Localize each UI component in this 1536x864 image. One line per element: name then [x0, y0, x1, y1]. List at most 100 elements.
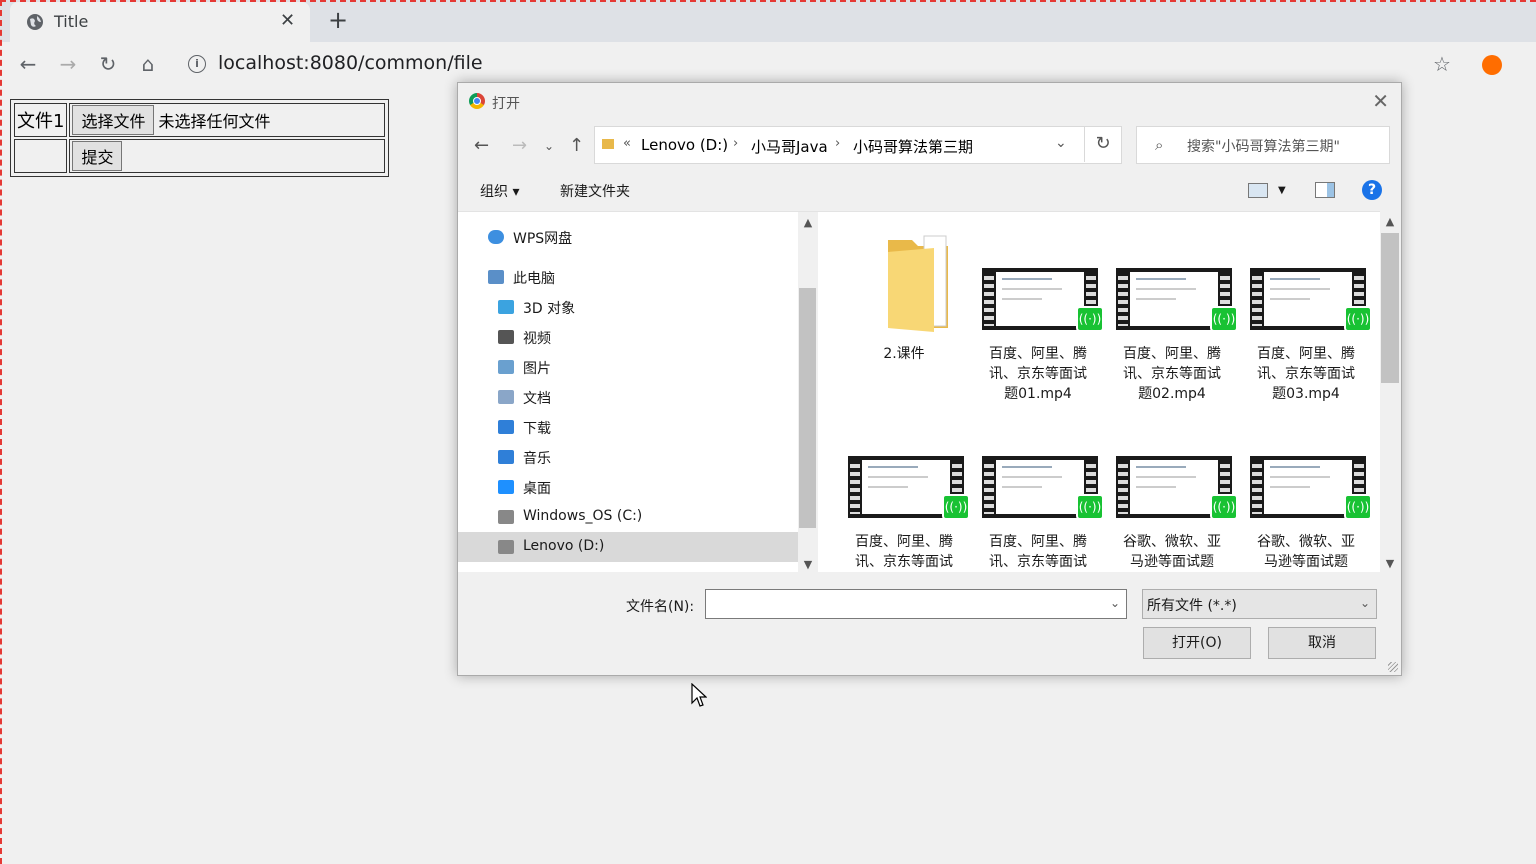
nav-item[interactable]: 桌面 [458, 472, 798, 502]
filetype-value: 所有文件 (*.*) [1147, 598, 1237, 614]
tab-strip: Title ✕ + [0, 0, 1536, 42]
browser-tab[interactable]: Title ✕ [10, 2, 310, 42]
file-name-line: 讯、京东等面试 [1123, 366, 1221, 382]
breadcrumb-item[interactable]: 小码哥算法第三期 [853, 136, 973, 157]
recent-locations-icon[interactable]: ⌄ [544, 139, 554, 153]
nav-item[interactable]: 视频 [458, 322, 798, 352]
forward-icon[interactable]: → [512, 135, 527, 156]
nav-item-label: Windows_OS (C:) [523, 508, 643, 524]
address-bar[interactable]: localhost:8080/common/file [218, 52, 483, 74]
file-name-line: 马逊等面试题 [1130, 554, 1214, 570]
close-tab-icon[interactable]: ✕ [280, 10, 295, 31]
nav-item[interactable]: 3D 对象 [458, 292, 798, 322]
cube-icon [498, 300, 514, 314]
video-file-item[interactable]: ((·)) 谷歌、微软、亚 马逊等面试题 [1244, 400, 1372, 580]
new-folder-button[interactable]: 新建文件夹 [560, 181, 630, 201]
file-scrollbar-thumb[interactable] [1381, 233, 1399, 383]
scroll-down-icon[interactable]: ▼ [799, 558, 817, 571]
view-options-icon[interactable] [1248, 183, 1268, 198]
file-name-line: 百度、阿里、腾 [855, 534, 953, 550]
nav-item-label: 视频 [523, 331, 551, 347]
nav-scrollbar-thumb[interactable] [799, 288, 816, 528]
video-file-item[interactable]: ((·)) 百度、阿里、腾 讯、京东等面试 题03.mp4 [1244, 212, 1372, 402]
search-icon: ⌕ [1155, 136, 1164, 154]
extension-icon[interactable] [1482, 55, 1502, 75]
nav-item[interactable]: Windows_OS (C:) [458, 502, 798, 532]
scroll-down-icon[interactable]: ▼ [1381, 557, 1399, 570]
forward-icon[interactable]: → [56, 52, 80, 76]
cancel-button[interactable]: 取消 [1268, 627, 1376, 659]
nav-item[interactable]: 此电脑 [458, 262, 798, 292]
video-thumbnail: ((·)) [1250, 456, 1372, 520]
video-file-item[interactable]: ((·)) 百度、阿里、腾 讯、京东等面试 题02.mp4 [1110, 212, 1238, 402]
folder-item[interactable]: 2.课件 [842, 212, 966, 392]
file-name-line: 百度、阿里、腾 [1123, 346, 1221, 362]
nav-item[interactable]: WPS网盘 [458, 222, 798, 252]
refresh-icon[interactable]: ↻ [1084, 126, 1121, 162]
up-folder-icon[interactable]: ↑ [569, 135, 584, 156]
submit-button[interactable]: 提交 [72, 141, 123, 171]
video-badge-icon: ((·)) [1344, 494, 1372, 520]
close-dialog-icon[interactable]: ✕ [1372, 89, 1389, 113]
breadcrumb-overflow[interactable]: « [623, 136, 631, 151]
chevron-right-icon: › [733, 136, 739, 151]
nav-item[interactable]: 音乐 [458, 442, 798, 472]
file-name: 2.课件 [883, 346, 925, 362]
open-button[interactable]: 打开(O) [1143, 627, 1251, 659]
back-icon[interactable]: ← [16, 52, 40, 76]
browser-toolbar: ← → ↻ ⌂ i localhost:8080/common/file ☆ [0, 42, 1536, 86]
folder-icon [888, 235, 948, 332]
resize-grip[interactable] [1388, 662, 1398, 672]
chevron-down-icon[interactable]: ⌄ [1110, 596, 1120, 610]
file-label: 文件1 [14, 103, 68, 137]
organize-menu[interactable]: 组织 ▾ [480, 181, 519, 201]
video-thumbnail: ((·)) [1116, 268, 1238, 332]
video-file-item[interactable]: ((·)) 百度、阿里、腾 讯、京东等面试 题01.mp4 [976, 212, 1104, 402]
nav-item-label: 音乐 [523, 451, 551, 467]
filename-input[interactable]: ⌄ [705, 589, 1127, 619]
back-icon[interactable]: ← [474, 135, 489, 156]
new-tab-button[interactable]: + [326, 6, 350, 34]
file-name-line: 谷歌、微软、亚 [1123, 534, 1221, 550]
music-icon [498, 450, 514, 464]
nav-item[interactable]: Lenovo (D:) [458, 532, 798, 562]
folder-icon [602, 139, 614, 149]
chevron-down-icon[interactable]: ⌄ [1055, 135, 1067, 151]
scroll-up-icon[interactable]: ▲ [1381, 215, 1399, 228]
breadcrumb-item[interactable]: Lenovo (D:) [641, 136, 728, 154]
home-icon[interactable]: ⌂ [136, 52, 160, 76]
search-input[interactable]: ⌕ 搜索"小码哥算法第三期" [1136, 126, 1390, 164]
search-placeholder: 搜索"小码哥算法第三期" [1187, 139, 1340, 155]
choose-file-button[interactable]: 选择文件 [72, 105, 155, 135]
nav-item[interactable]: 图片 [458, 352, 798, 382]
chrome-icon [469, 93, 485, 109]
file-list: 2.课件 ((·)) 百度、阿里、腾 讯、京东等面试 题01.mp4 ((·)) 百度、阿里… [818, 211, 1380, 572]
file-name-line: 马逊等面试题 [1264, 554, 1348, 570]
nav-item-label: 图片 [523, 361, 551, 377]
nav-item[interactable]: 下载 [458, 412, 798, 442]
preview-pane-icon[interactable] [1315, 182, 1335, 198]
address-breadcrumb[interactable]: « Lenovo (D:) › 小马哥Java › 小码哥算法第三期 ⌄ [594, 126, 1122, 164]
download-icon [498, 420, 514, 434]
command-bar: 组织 ▾ 新建文件夹 ▼ ? [458, 175, 1401, 209]
nav-item-label: WPS网盘 [513, 231, 573, 247]
reload-icon[interactable]: ↻ [96, 52, 120, 76]
help-icon[interactable]: ? [1362, 180, 1382, 200]
breadcrumb-item[interactable]: 小马哥Java [751, 136, 828, 157]
nav-item-label: 桌面 [523, 481, 551, 497]
video-file-item[interactable]: ((·)) 百度、阿里、腾 讯、京东等面试 [976, 400, 1104, 580]
info-icon[interactable]: i [188, 55, 206, 73]
video-thumbnail: ((·)) [982, 268, 1104, 332]
scroll-up-icon[interactable]: ▲ [799, 216, 817, 229]
filetype-select[interactable]: 所有文件 (*.*) ⌄ [1142, 589, 1377, 619]
bookmark-star-icon[interactable]: ☆ [1430, 52, 1454, 76]
nav-item[interactable]: 文档 [458, 382, 798, 412]
picture-icon [498, 360, 514, 374]
drive-icon [498, 540, 514, 554]
navigation-pane: ▲ ▼ WPS网盘此电脑 3D 对象视频图片文档 下载音乐桌面 Windows_OS … [458, 211, 818, 572]
video-thumbnail: ((·)) [848, 456, 970, 520]
chevron-down-icon[interactable]: ▼ [1278, 185, 1286, 196]
video-file-item[interactable]: ((·)) 谷歌、微软、亚 马逊等面试题 [1110, 400, 1238, 580]
video-file-item[interactable]: ((·)) 百度、阿里、腾 讯、京东等面试 [842, 400, 970, 580]
open-file-dialog: 打开 ✕ ← → ⌄ ↑ « Lenovo (D:) › 小马哥Java › 小… [457, 82, 1402, 676]
